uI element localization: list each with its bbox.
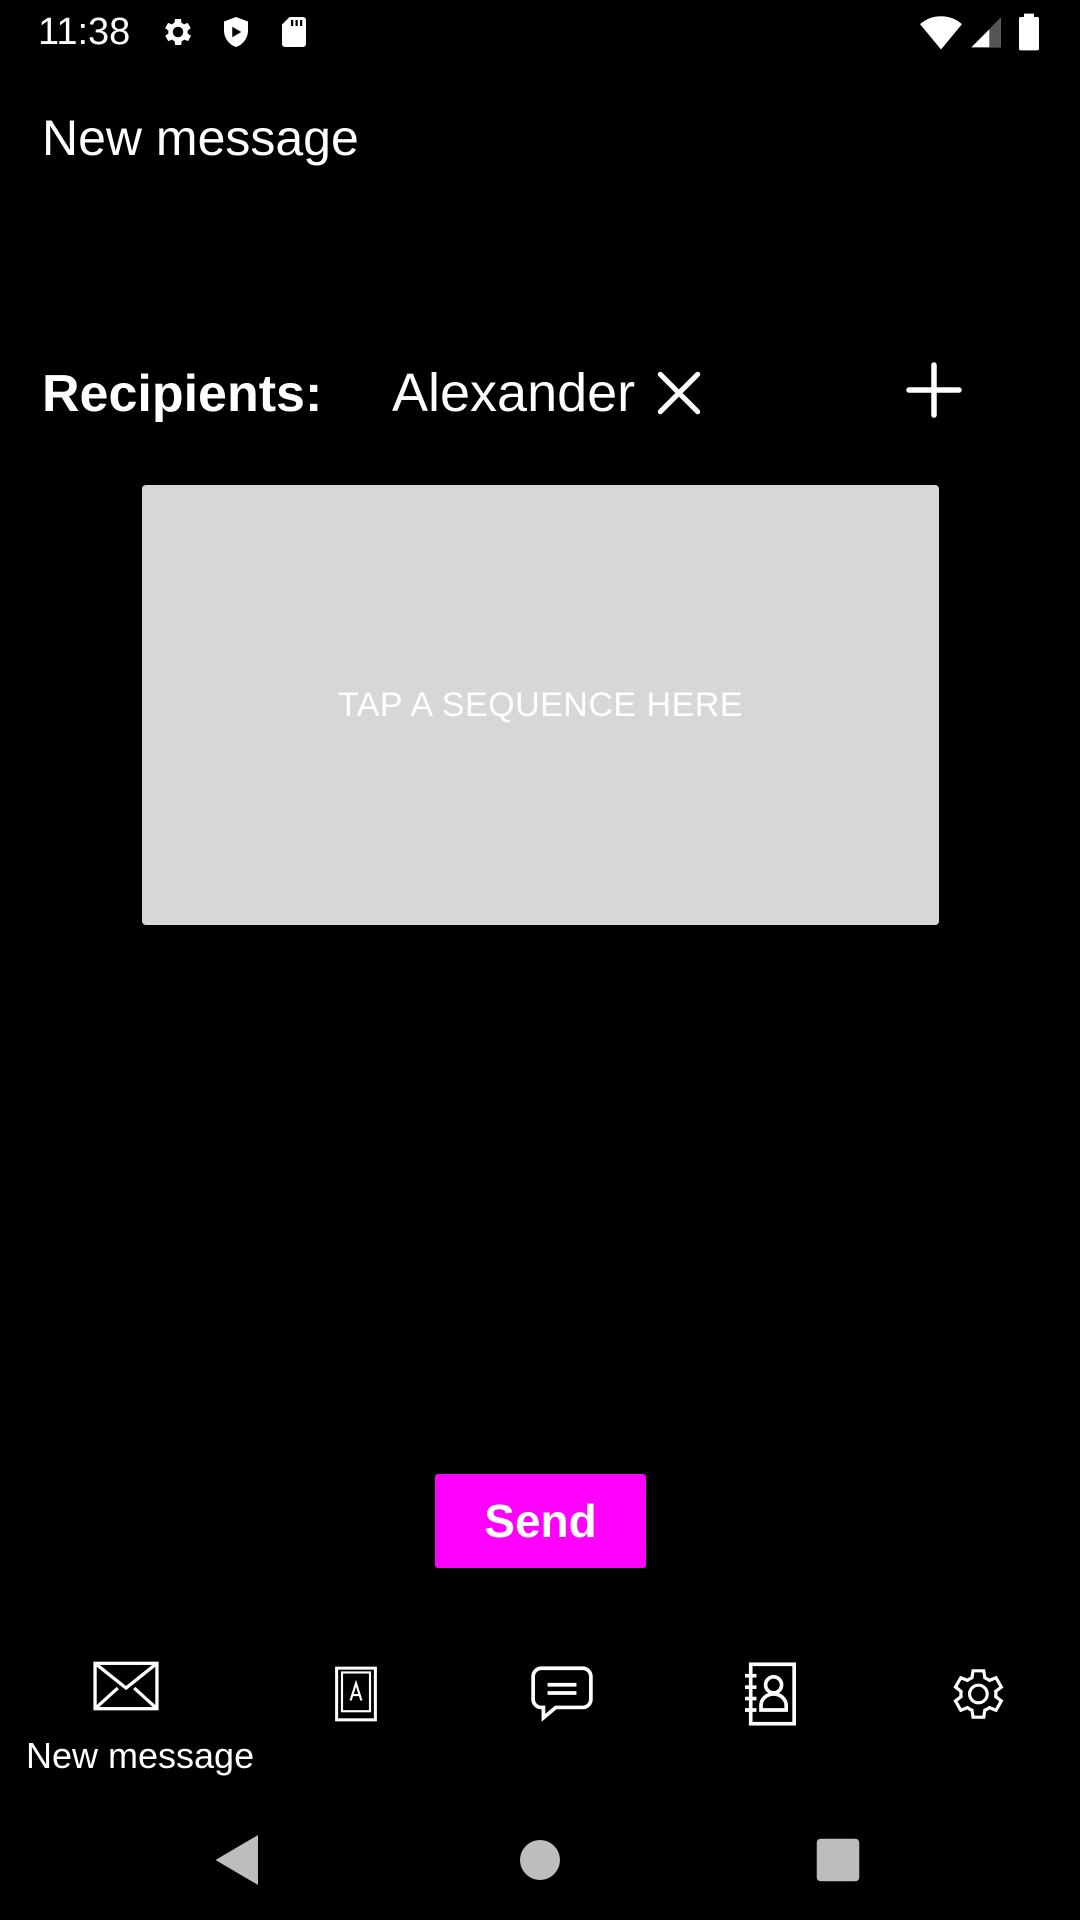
gear-icon [160, 14, 196, 50]
settings-gear-icon [944, 1662, 1008, 1726]
alphabet-book-icon [334, 1666, 378, 1722]
sequence-placeholder: TAP A SEQUENCE HERE [337, 685, 744, 724]
nav-label-new-message: New message [26, 1735, 255, 1776]
back-button[interactable] [208, 1830, 268, 1890]
recents-icon [816, 1838, 860, 1882]
chat-bubble-icon [529, 1664, 595, 1722]
contacts-book-icon [741, 1662, 797, 1726]
recipients-label: Recipients: [42, 365, 323, 423]
wifi-icon [920, 12, 962, 52]
envelope-icon [93, 1660, 159, 1712]
status-bar: 11:38 [0, 0, 1080, 64]
system-nav-bar [0, 1800, 1080, 1920]
page-title: New message [42, 110, 359, 166]
nav-item-alphabet[interactable] [256, 1660, 456, 1790]
home-icon [520, 1840, 560, 1880]
back-icon [215, 1835, 258, 1885]
battery-icon [1014, 12, 1044, 52]
nav-item-messages[interactable] [462, 1660, 662, 1790]
cellular-signal-icon [968, 12, 1004, 50]
nav-item-new-message[interactable]: New message [26, 1660, 255, 1790]
sequence-input-area[interactable]: TAP A SEQUENCE HERE [142, 485, 939, 925]
bottom-nav: New message [0, 1660, 1080, 1790]
nav-item-contacts[interactable] [669, 1660, 869, 1790]
recents-button[interactable] [808, 1830, 868, 1890]
status-time: 11:38 [38, 11, 131, 53]
add-recipient-button[interactable] [904, 360, 964, 420]
recipient-name: Alexander [392, 363, 636, 423]
sd-card-icon [276, 14, 312, 50]
plus-icon [906, 362, 962, 418]
send-button[interactable]: Send [435, 1474, 646, 1568]
close-icon [657, 371, 701, 415]
remove-recipient-button[interactable] [651, 365, 707, 421]
shield-icon [218, 14, 254, 50]
nav-item-settings[interactable] [876, 1660, 1076, 1790]
recipient-chip: Alexander [392, 358, 707, 428]
home-button[interactable] [510, 1830, 570, 1890]
